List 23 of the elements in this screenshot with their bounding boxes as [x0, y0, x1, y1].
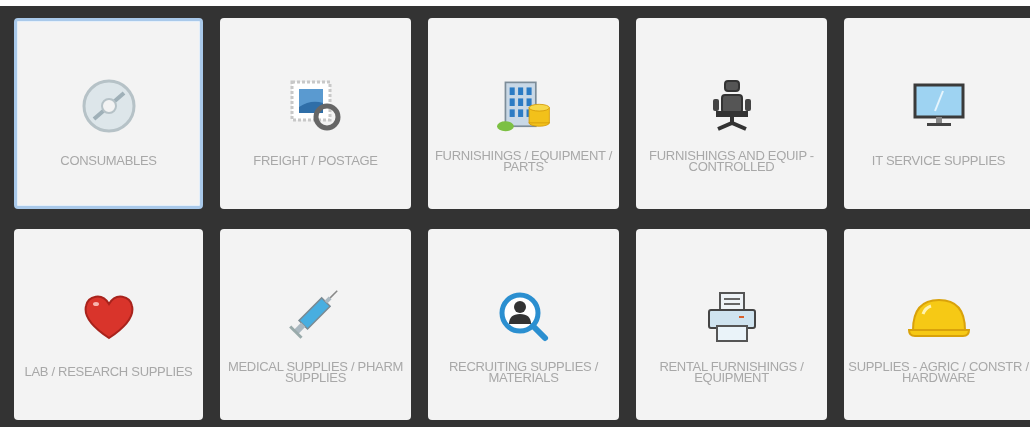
category-tile[interactable]: FURNISHINGS AND EQUIP - CONTROLLED — [636, 18, 827, 209]
category-tile[interactable]: RENTAL FURNISHINGS / EQUIPMENT — [636, 229, 827, 420]
category-label: IT SERVICE SUPPLIES — [871, 155, 1006, 166]
stamp-icon — [288, 79, 343, 133]
category-label: LAB / RESEARCH SUPPLIES — [24, 366, 193, 377]
category-tile[interactable]: FURNISHINGS / EQUIPMENT / PARTS — [428, 18, 619, 209]
category-label: RENTAL FURNISHINGS / EQUIPMENT — [658, 360, 805, 383]
category-tile[interactable]: SUPPLIES - AGRIC / CONSTR / HARDWARE — [844, 229, 1030, 420]
category-tile[interactable]: CONSUMABLES — [14, 18, 203, 209]
category-label: RECRUITING SUPPLIES / MATERIALS — [448, 360, 600, 383]
category-tile[interactable]: MEDICAL SUPPLIES / PHARM SUPPLIES — [220, 229, 411, 420]
disc-icon — [81, 79, 136, 133]
category-label: CONSUMABLES — [60, 155, 157, 166]
category-tile[interactable]: RECRUITING SUPPLIES / MATERIALS — [428, 229, 619, 420]
category-label: FURNISHINGS AND EQUIP - CONTROLLED — [648, 149, 815, 172]
category-label: MEDICAL SUPPLIES / PHARM SUPPLIES — [226, 360, 405, 383]
category-label: SUPPLIES - AGRIC / CONSTR / HARDWARE — [848, 360, 1029, 383]
category-tile[interactable]: LAB / RESEARCH SUPPLIES — [14, 229, 203, 420]
category-label: FURNISHINGS / EQUIPMENT / PARTS — [433, 149, 614, 172]
category-tile[interactable]: IT SERVICE SUPPLIES — [844, 18, 1030, 209]
building-icon — [496, 79, 551, 133]
category-tile[interactable]: FREIGHT / POSTAGE — [220, 18, 411, 209]
category-label: FREIGHT / POSTAGE — [253, 155, 378, 166]
